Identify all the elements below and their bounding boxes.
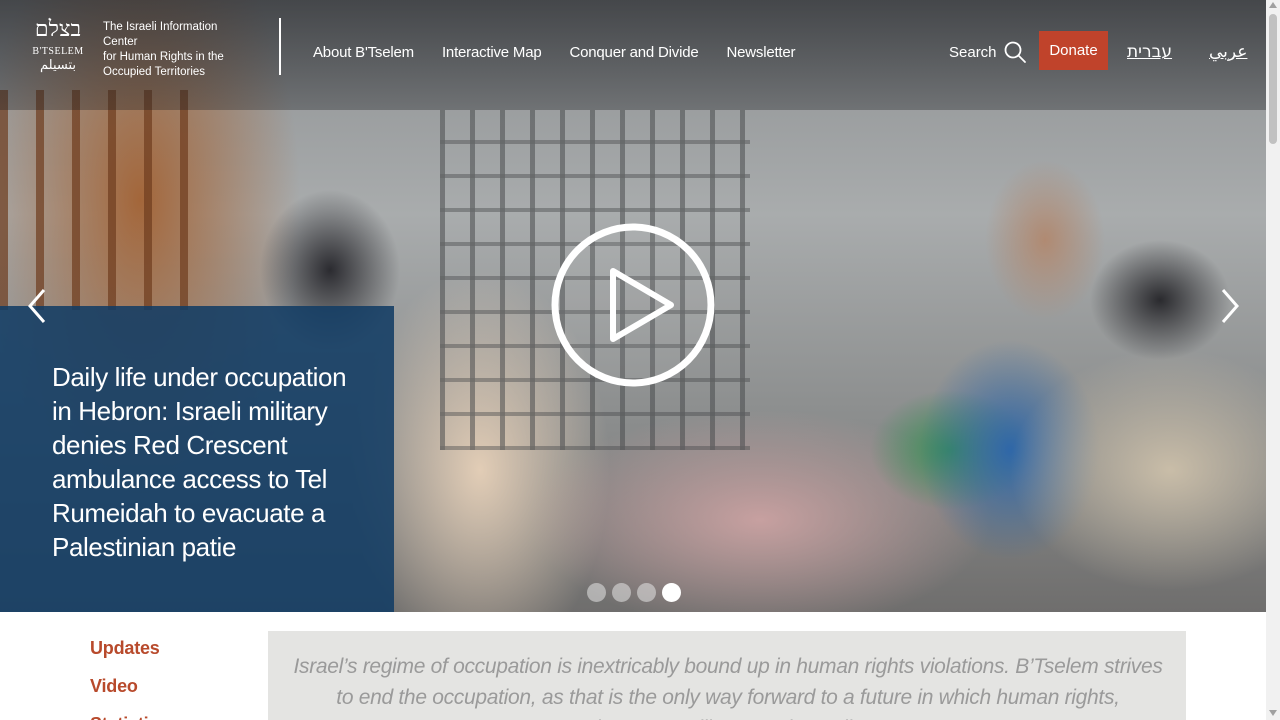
site-tagline: The Israeli Information Center for Human… xyxy=(103,20,253,80)
logo-arabic: بتسيلم xyxy=(39,58,77,73)
page: בצלם B'TSELEM بتسيلم The Israeli Informa… xyxy=(0,0,1280,720)
donate-button[interactable]: Donate xyxy=(1039,31,1108,70)
btselem-logo[interactable]: בצלם B'TSELEM بتسيلم xyxy=(28,18,88,78)
tagline-line: for Human Rights in the xyxy=(103,51,224,63)
slide-dot-2[interactable] xyxy=(612,583,631,602)
slide-dot-3[interactable] xyxy=(637,583,656,602)
scroll-up-arrow-icon[interactable] xyxy=(1269,2,1277,8)
slide-indicators xyxy=(587,583,681,602)
mission-statement-panel: Israel’s regime of occupation is inextri… xyxy=(268,631,1186,720)
nav-conquer-and-divide[interactable]: Conquer and Divide xyxy=(570,44,699,61)
site-header: בצלם B'TSELEM بتسيلم The Israeli Informa… xyxy=(0,0,1266,104)
search-icon xyxy=(1004,41,1026,63)
scroll-thumb[interactable] xyxy=(1269,14,1277,144)
link-video[interactable]: Video xyxy=(90,674,168,698)
language-hebrew-link[interactable]: עברית xyxy=(1127,42,1172,62)
tagline-line: The Israeli Information Center xyxy=(103,21,218,48)
nav-about[interactable]: About B'Tselem xyxy=(313,44,414,61)
search-label: Search xyxy=(949,43,997,61)
logo-english: B'TSELEM xyxy=(32,46,84,57)
slide-dot-1[interactable] xyxy=(587,583,606,602)
logo-hebrew: בצלם xyxy=(34,17,82,42)
link-statistics[interactable]: Statistics xyxy=(90,712,168,720)
slide-dot-4-active[interactable] xyxy=(662,583,681,602)
page-scrollbar[interactable] xyxy=(1266,0,1280,720)
chevron-left-icon[interactable] xyxy=(22,286,52,326)
nav-newsletter[interactable]: Newsletter xyxy=(726,44,795,61)
main-nav: About B'Tselem Interactive Map Conquer a… xyxy=(313,44,796,61)
section-links: Updates Video Statistics xyxy=(90,636,168,720)
search-button[interactable]: Search xyxy=(949,40,1027,64)
hero-window-bars xyxy=(0,90,200,310)
hero-caption[interactable]: Daily life under occupation in Hebron: I… xyxy=(52,360,352,564)
scroll-down-arrow-icon[interactable] xyxy=(1269,710,1277,716)
tagline-line: Occupied Territories xyxy=(103,66,206,78)
link-updates[interactable]: Updates xyxy=(90,636,168,660)
language-arabic-link[interactable]: عربي xyxy=(1209,42,1247,62)
mission-statement: Israel’s regime of occupation is inextri… xyxy=(293,655,1163,720)
nav-interactive-map[interactable]: Interactive Map xyxy=(442,44,542,61)
chevron-right-icon[interactable] xyxy=(1215,286,1245,326)
nav-divider xyxy=(279,18,281,75)
play-icon[interactable] xyxy=(549,221,717,389)
